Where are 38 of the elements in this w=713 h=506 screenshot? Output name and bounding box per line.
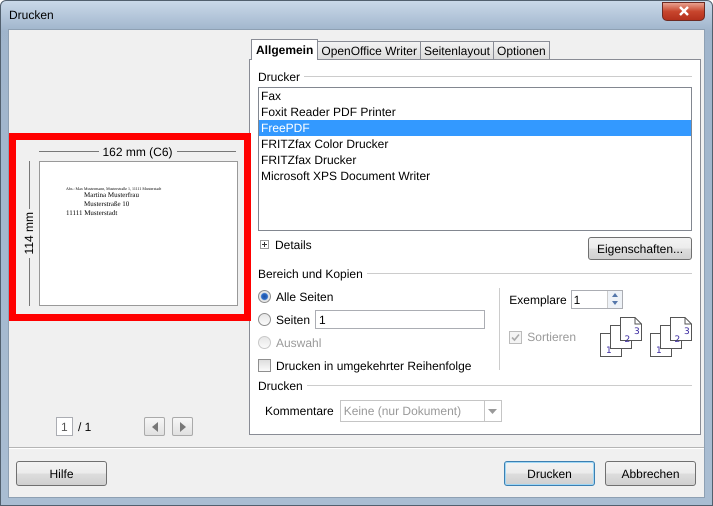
right-arrow-icon — [180, 422, 186, 432]
printer-item[interactable]: FRITZfax Color Drucker — [259, 136, 691, 152]
pages-field[interactable]: 1 — [315, 310, 486, 329]
checkbox[interactable]: Drucken in umgekehrter Reihenfolge — [258, 358, 472, 372]
section-heading: Drucker — [258, 70, 300, 84]
close-button[interactable] — [662, 2, 705, 20]
page-total: / 1 — [78, 420, 92, 434]
dialog-button[interactable]: Abbrechen — [605, 461, 696, 486]
details-toggle[interactable]: Details — [260, 238, 312, 252]
printer-item[interactable]: Fax — [259, 88, 691, 104]
page-number-field[interactable]: 1 — [56, 417, 73, 436]
dialog-button[interactable]: Drucken — [504, 461, 595, 486]
properties-button[interactable]: Eigenschaften... — [588, 237, 692, 260]
tab[interactable]: Allgemein — [251, 39, 318, 60]
tab[interactable]: Seitenlayout — [420, 41, 494, 59]
comments-label: Kommentare — [265, 404, 334, 418]
next-page-button[interactable] — [172, 417, 193, 436]
left-arrow-icon — [152, 422, 158, 432]
tab[interactable]: OpenOffice Writer — [317, 41, 421, 59]
width-label: 162 mm (C6) — [102, 144, 173, 158]
window-title: Drucken — [8, 8, 54, 22]
radio-option[interactable]: Alle Seiten — [258, 290, 334, 304]
dropdown-arrow-icon — [488, 408, 498, 414]
section-heading: Drucken — [258, 378, 303, 392]
dialog-button[interactable]: Hilfe — [16, 461, 107, 486]
copies-label: Exemplare — [509, 292, 567, 306]
height-label: 114 mm — [22, 211, 36, 257]
previous-page-button[interactable] — [144, 417, 165, 436]
section-heading: Bereich und Kopien — [258, 266, 363, 280]
copies-spinner[interactable]: 1 — [570, 290, 623, 309]
close-icon — [676, 6, 690, 16]
printer-item[interactable]: FRITZfax Drucker — [259, 152, 691, 168]
printer-item[interactable]: Microsoft XPS Document Writer — [259, 168, 691, 184]
tab[interactable]: Optionen — [493, 41, 550, 59]
printer-list[interactable]: Fax Foxit Reader PDF Printer FreePDF FRITZfax Color Drucker FRITZfax Drucker Microsoft XPS Document Writer — [258, 87, 692, 231]
radio-option[interactable]: Seiten — [258, 312, 310, 326]
printer-item[interactable]: Foxit Reader PDF Printer — [259, 104, 691, 120]
check-icon — [510, 332, 522, 342]
